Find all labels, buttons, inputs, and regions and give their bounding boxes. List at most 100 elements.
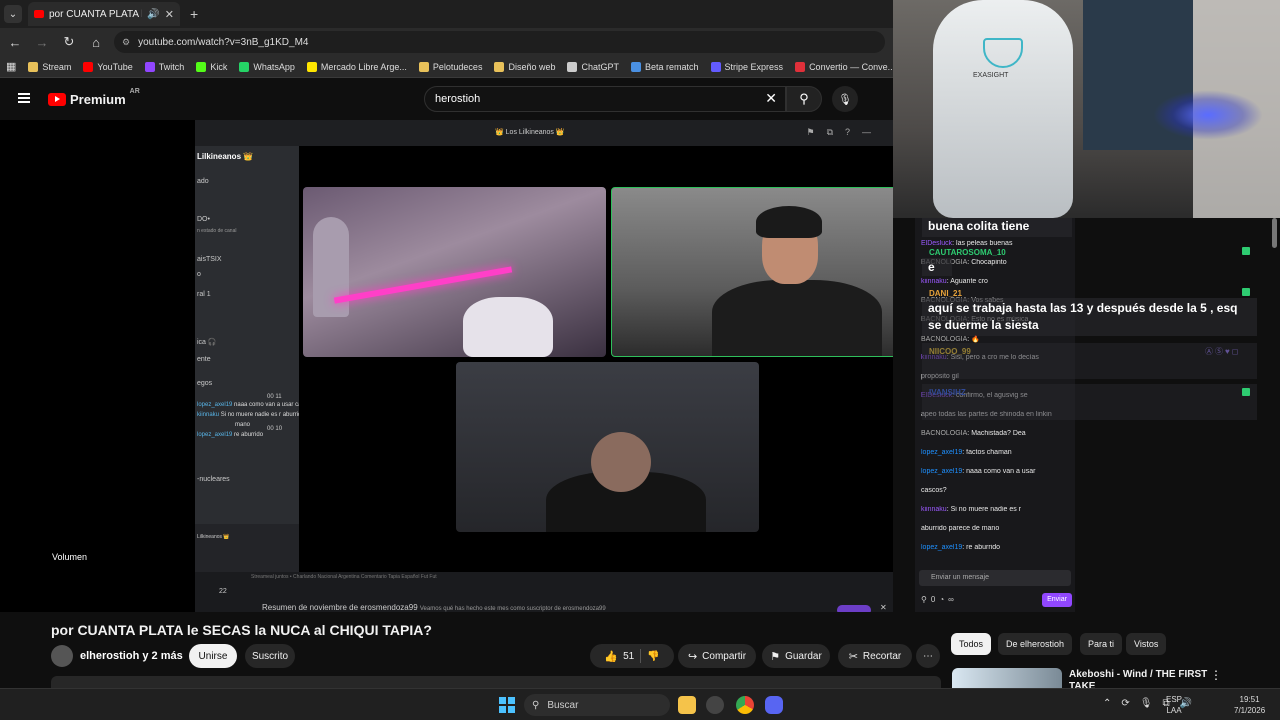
input-language[interactable]: ESP LAA bbox=[1166, 694, 1182, 716]
bookmark-item[interactable]: ChatGPT bbox=[561, 61, 625, 72]
clip-button[interactable]: ✂ Recortar bbox=[838, 644, 912, 668]
chat-username[interactable]: BACNOLOGIA bbox=[921, 336, 967, 343]
browser-tab[interactable]: por CUANTA PLATA le SECA 🔊 ✕ bbox=[28, 2, 180, 26]
overlay-message-bg bbox=[922, 384, 1257, 420]
resumen-title: Resumen de noviembre de erosmendoza99 bbox=[262, 603, 418, 612]
page-scrollbar[interactable] bbox=[1272, 218, 1277, 248]
dislike-icon[interactable]: 👎 bbox=[647, 651, 659, 662]
tab-close-icon[interactable]: ✕ bbox=[165, 8, 174, 21]
bookmark-item[interactable]: WhatsApp bbox=[233, 61, 301, 72]
bookmark-item[interactable]: Beta rematch bbox=[625, 61, 705, 72]
bookmark-item[interactable]: YouTube bbox=[77, 61, 138, 72]
logo-region: AR bbox=[129, 88, 140, 95]
discord-chat-line: mano bbox=[235, 422, 251, 428]
bookmark-item[interactable]: Stream bbox=[22, 61, 77, 72]
volume-tooltip: Volumen bbox=[52, 552, 88, 562]
save-button[interactable]: ⚑ Guardar bbox=[762, 644, 830, 668]
discord-icon[interactable] bbox=[765, 696, 783, 714]
channel-row: ado bbox=[197, 178, 209, 185]
site-info-icon[interactable]: ⚙ bbox=[122, 37, 130, 48]
chatgpt-icon bbox=[567, 61, 578, 72]
webcam-tile-pink-room bbox=[303, 187, 606, 357]
windows-start-icon[interactable] bbox=[499, 697, 515, 713]
bookmark-item[interactable]: Twitch bbox=[139, 61, 191, 72]
search-input[interactable]: herostioh ✕ bbox=[424, 86, 786, 112]
bookmark-item[interactable]: Convertio — Conve... bbox=[789, 61, 893, 72]
chat-username[interactable]: kiinnaku bbox=[921, 506, 947, 513]
bookmark-item[interactable]: Kick bbox=[190, 61, 233, 72]
back-icon[interactable]: ← bbox=[3, 35, 27, 50]
bookmark-item[interactable]: Stripe Express bbox=[705, 61, 790, 72]
speaker-icon[interactable]: 🔊 bbox=[147, 9, 159, 20]
clear-search-icon[interactable]: ✕ bbox=[765, 90, 777, 107]
chat-username[interactable]: BACNOLOGIA bbox=[921, 430, 967, 437]
obs-icon[interactable] bbox=[706, 696, 724, 714]
chip-todos[interactable]: Todos bbox=[951, 633, 992, 655]
save-label: Guardar bbox=[785, 650, 822, 662]
chat-username[interactable]: lopez_axel19 bbox=[921, 544, 962, 551]
voice-count: 00 11 bbox=[267, 394, 282, 400]
folder-icon bbox=[28, 61, 39, 72]
url-field[interactable]: ⚙ youtube.com/watch?v=3nB_g1KD_M4 bbox=[114, 31, 885, 53]
chip-vistos[interactable]: Vistos bbox=[1126, 633, 1167, 655]
more-actions-icon[interactable]: ⋯ bbox=[916, 644, 940, 668]
windows-taskbar: ⚲ Buscar ⌃⟳🎙⧉🔊 ESP LAA 19:51 7/1/2026 bbox=[0, 688, 1280, 720]
join-button[interactable]: Unirse bbox=[189, 644, 237, 668]
mercadolibre-icon bbox=[306, 61, 317, 72]
youtube-header: Premium AR herostioh ✕ ⚲ 🎙 bbox=[0, 78, 893, 120]
channel-name[interactable]: elherostioh y 2 más bbox=[80, 650, 183, 662]
chat-line: lopez_axel19: factos chaman bbox=[921, 449, 1012, 456]
channel-avatar[interactable] bbox=[51, 645, 73, 667]
chat-text: factos chaman bbox=[966, 449, 1012, 456]
related-video-title[interactable]: Akeboshi - Wind / THE FIRST bbox=[1069, 669, 1207, 680]
share-button[interactable]: ↪ Compartir bbox=[678, 644, 756, 668]
bookmark-item[interactable]: Diseño web bbox=[488, 61, 561, 72]
chat-username[interactable]: lopez_axel19 bbox=[921, 468, 962, 475]
chrome-icon[interactable] bbox=[736, 696, 754, 714]
chat-text: aburrido parece de mano bbox=[921, 525, 1000, 532]
subscribed-button[interactable]: Suscrito bbox=[245, 644, 295, 668]
resumen-banner: Resumen de noviembre de erosmendoza99 Ve… bbox=[262, 603, 606, 612]
share-label: Compartir bbox=[702, 650, 747, 662]
twitch-icon bbox=[144, 61, 155, 72]
chat-username[interactable]: ElDesluck bbox=[921, 240, 952, 247]
chat-username[interactable]: lopez_axel19 bbox=[921, 449, 962, 456]
reload-icon[interactable]: ↻ bbox=[57, 34, 81, 50]
taskbar-clock[interactable]: 19:51 7/1/2026 bbox=[1234, 694, 1265, 716]
chip-channel[interactable]: De elherostioh bbox=[998, 633, 1073, 655]
new-tab-icon[interactable]: + bbox=[190, 6, 198, 22]
related-video-thumbnail[interactable] bbox=[952, 668, 1062, 688]
taskbar-search[interactable]: ⚲ Buscar bbox=[524, 694, 670, 716]
youtube-premium-logo[interactable]: Premium AR bbox=[48, 88, 140, 107]
home-icon[interactable]: ⌂ bbox=[84, 35, 108, 50]
folder-icon bbox=[494, 61, 505, 72]
menu-icon[interactable] bbox=[18, 93, 30, 103]
stripe-icon bbox=[710, 61, 721, 72]
bookmark-item[interactable]: Mercado Libre Arge... bbox=[301, 61, 413, 72]
chat-tools-icons: ⚲0◔∞ bbox=[921, 595, 958, 604]
like-icon[interactable]: 👍 bbox=[604, 650, 618, 663]
video-title: por CUANTA PLATA le SECAS la NUCA al CHI… bbox=[51, 622, 432, 638]
search-button[interactable]: ⚲ bbox=[786, 86, 822, 112]
channel-row: ente bbox=[197, 356, 211, 363]
system-tray-icons[interactable]: ⌃⟳🎙⧉🔊 bbox=[1103, 698, 1202, 709]
overlay-message: e bbox=[922, 258, 952, 276]
bookmark-label: Stripe Express bbox=[724, 61, 784, 72]
bookmark-item[interactable]: Pelotudeces bbox=[413, 61, 489, 72]
tab-search-menu-icon[interactable]: ⌄ bbox=[4, 5, 22, 23]
chat-username[interactable]: kiinnaku bbox=[921, 278, 947, 285]
forward-icon[interactable]: → bbox=[30, 35, 54, 50]
description-box[interactable] bbox=[51, 676, 941, 688]
badge-icon bbox=[1242, 388, 1250, 396]
channel-row: n estado de canal bbox=[197, 228, 237, 234]
bookmark-label: Twitch bbox=[158, 61, 185, 72]
file-explorer-icon[interactable] bbox=[678, 696, 696, 714]
voice-search-button[interactable]: 🎙 bbox=[832, 86, 858, 112]
kick-icon bbox=[196, 61, 207, 72]
chip-para-ti[interactable]: Para ti bbox=[1080, 633, 1123, 655]
related-menu-icon[interactable]: ⋮ bbox=[1210, 668, 1222, 682]
apps-grid-icon[interactable]: ▦ bbox=[0, 60, 22, 73]
discord-server-name: Lilkineanos 👑 bbox=[197, 152, 254, 161]
chat-line: kiinnaku: Aguante cro bbox=[921, 278, 988, 285]
badge-icon bbox=[1242, 247, 1250, 255]
